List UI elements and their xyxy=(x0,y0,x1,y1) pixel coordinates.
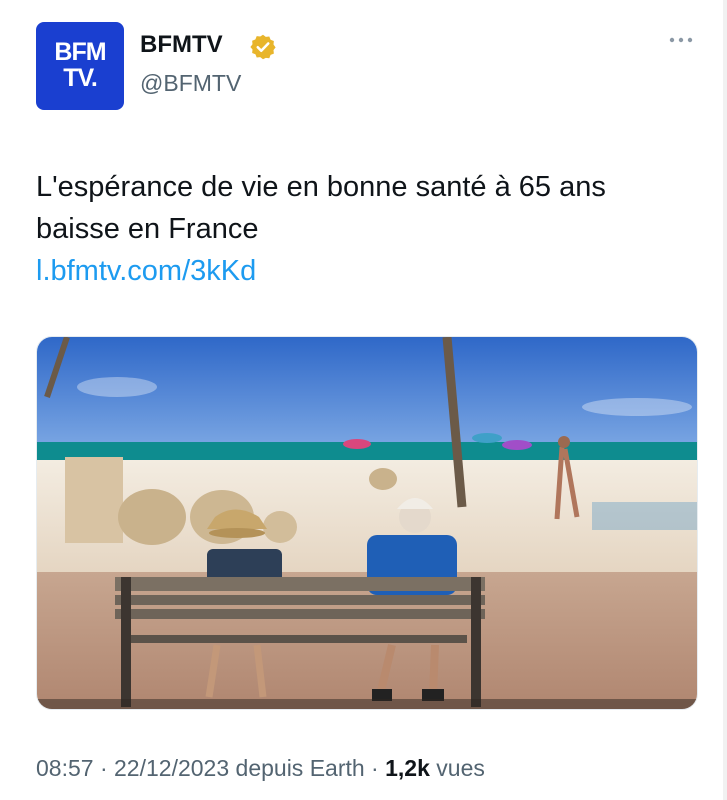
views-label: vues xyxy=(436,755,485,781)
display-name[interactable]: BFMTV xyxy=(140,31,223,59)
tweet-source: depuis Earth xyxy=(235,755,365,781)
account-handle[interactable]: @BFMTV xyxy=(140,70,241,97)
avatar[interactable]: BFM TV. xyxy=(36,22,124,110)
avatar-logo-line1: BFM xyxy=(54,38,106,66)
tweet-photo[interactable] xyxy=(36,336,698,710)
tweet-text: L'espérance de vie en bonne santé à 65 a… xyxy=(36,171,606,245)
tweet-meta: 08:57 · 22/12/2023 depuis Earth · 1,2k v… xyxy=(36,755,485,781)
avatar-logo-line2: TV. xyxy=(63,64,98,92)
tweet-date[interactable]: 22/12/2023 xyxy=(114,755,229,781)
scrollbar[interactable] xyxy=(723,0,727,800)
verified-badge-icon[interactable] xyxy=(249,33,277,61)
tweet-text-block: L'espérance de vie en bonne santé à 65 a… xyxy=(36,166,696,292)
tweet-time[interactable]: 08:57 xyxy=(36,755,94,781)
more-options-icon[interactable] xyxy=(666,30,696,50)
tweet-link[interactable]: l.bfmtv.com/3kKd xyxy=(36,250,696,292)
beach-bench-photo xyxy=(37,337,697,709)
views-count: 1,2k xyxy=(385,755,430,781)
